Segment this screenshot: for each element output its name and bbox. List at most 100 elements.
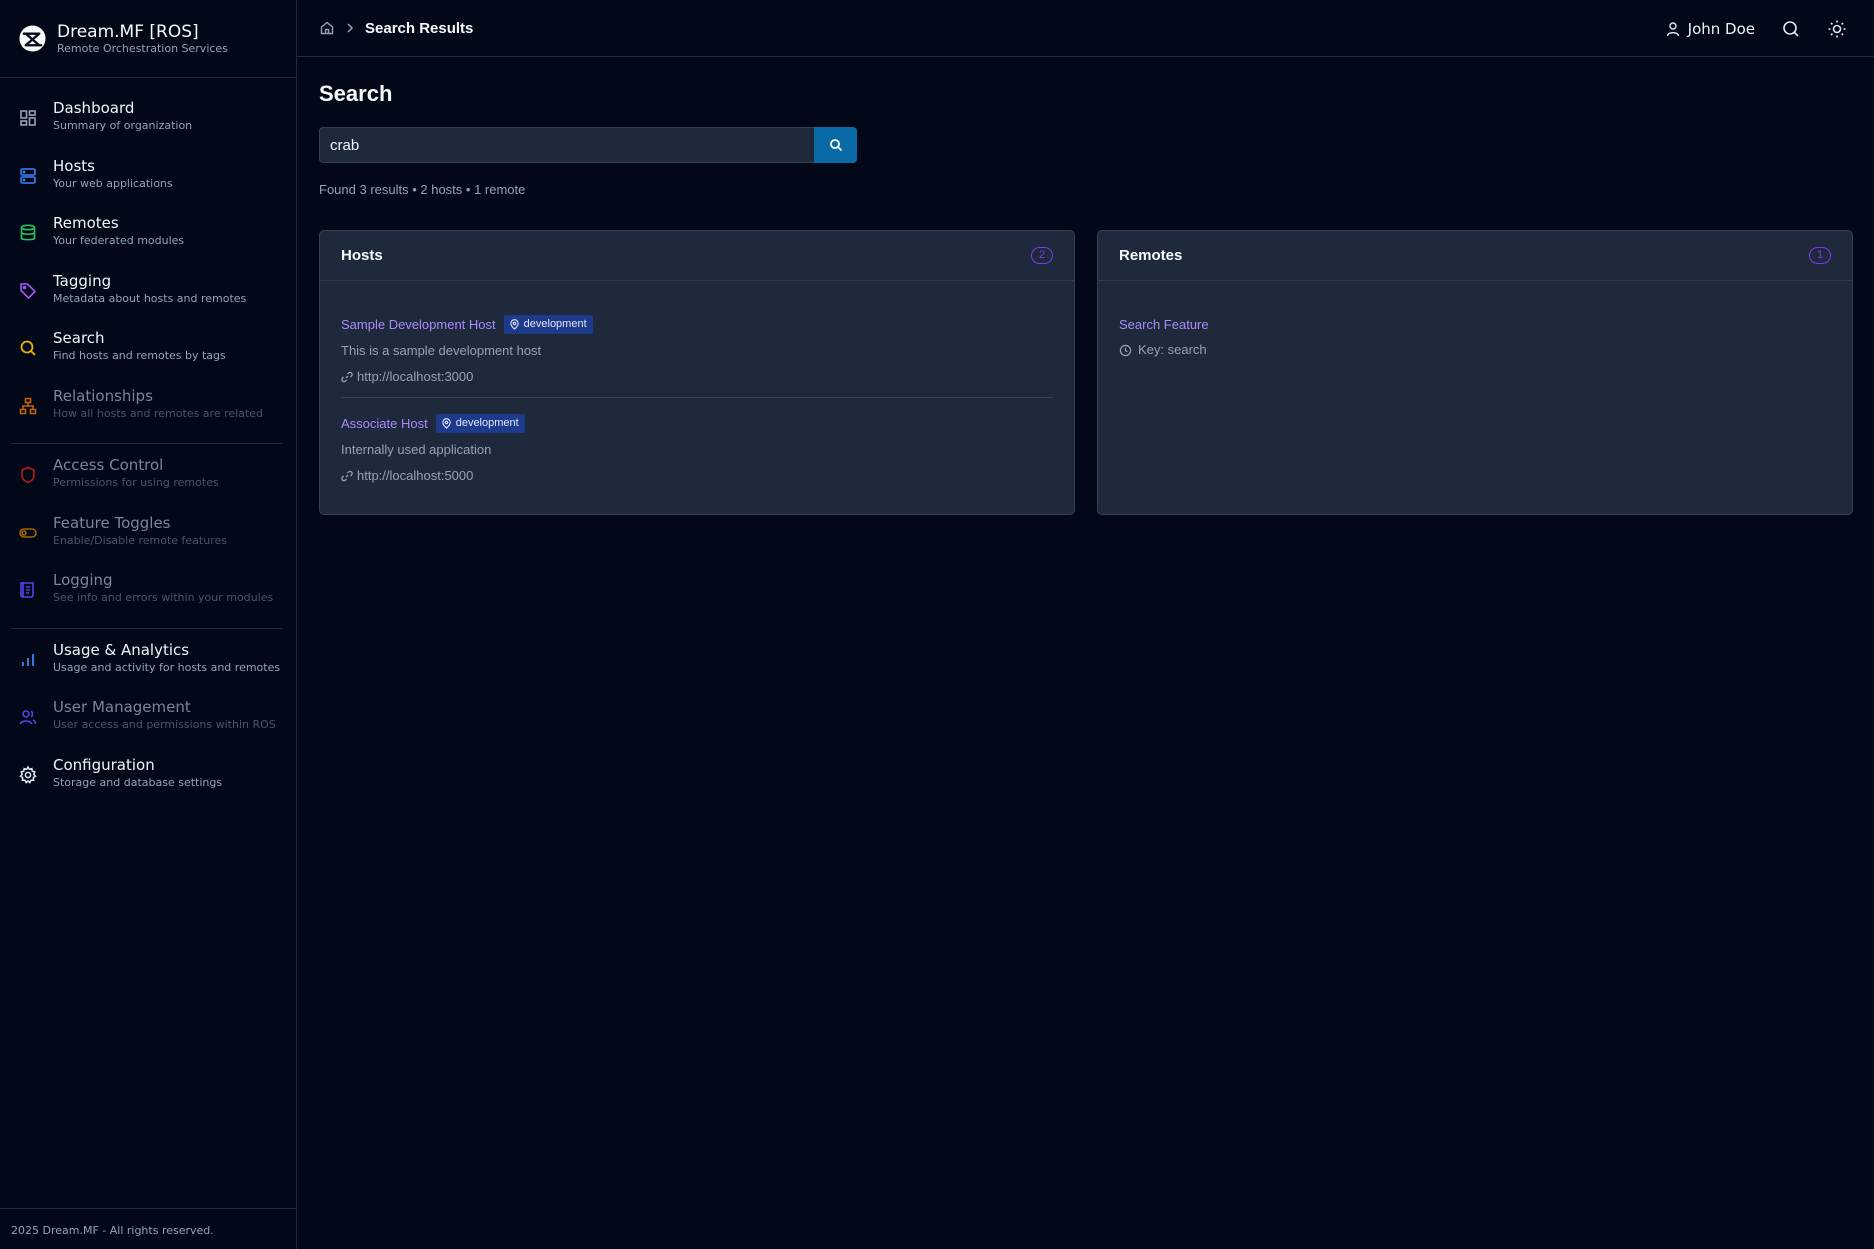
map-pin-icon	[509, 318, 519, 330]
brand[interactable]: Dream.MF [ROS] Remote Orchestration Serv…	[0, 0, 296, 78]
hosts-card: Hosts 2 Sample Development Host developm…	[319, 230, 1075, 515]
remote-key-text: Key: search	[1138, 342, 1207, 357]
results-cards: Hosts 2 Sample Development Host developm…	[319, 230, 1874, 515]
dashboard-icon	[20, 110, 36, 126]
host-url[interactable]: http://localhost:5000	[341, 466, 1053, 486]
tag-badge[interactable]: development	[435, 413, 525, 433]
shield-icon	[21, 466, 35, 484]
sidebar-item-label: Relationships	[53, 386, 153, 405]
count-badge: 1	[1809, 247, 1831, 264]
sidebar-item-label: Feature Toggles	[53, 513, 171, 532]
search-icon	[20, 340, 36, 356]
list-item: Associate Host development Internally us…	[341, 397, 1053, 496]
card-body: Search Feature Key: search	[1098, 281, 1852, 370]
sidebar-divider	[10, 443, 282, 444]
card-body: Sample Development Host development This…	[320, 281, 1074, 496]
home-icon[interactable]	[319, 20, 335, 36]
sidebar-item-tagging[interactable]: Tagging Metadata about hosts and remotes	[10, 267, 286, 325]
sidebar-item-configuration[interactable]: Configuration Storage and database settin…	[10, 751, 286, 809]
user-menu[interactable]: John Doe	[1665, 20, 1755, 38]
sidebar-item-description: Find hosts and remotes by tags	[53, 349, 226, 362]
tag-badge[interactable]: development	[503, 314, 593, 334]
host-url-text: http://localhost:5000	[357, 468, 474, 483]
host-link[interactable]: Sample Development Host	[341, 317, 496, 332]
sidebar-item-label: Logging	[53, 571, 113, 589]
network-icon	[19, 397, 37, 414]
chevron-right-icon	[347, 23, 354, 33]
link-icon	[341, 371, 353, 383]
topbar: Search Results John Doe	[297, 0, 1874, 57]
sidebar-item-label: Dashboard	[53, 99, 135, 117]
brand-subtitle: Remote Orchestration Services	[57, 41, 228, 55]
sidebar-item-description: Summary of organization	[53, 119, 193, 132]
sun-icon[interactable]	[1827, 19, 1847, 39]
count-badge: 2	[1031, 247, 1053, 264]
search-bar	[319, 127, 1874, 163]
topbar-actions: John Doe	[1665, 0, 1874, 57]
map-pin-icon	[441, 417, 451, 429]
bar-chart-icon	[22, 653, 34, 666]
sidebar-item-label: Search	[53, 329, 105, 347]
card-title: Hosts	[341, 247, 383, 264]
sidebar-item-hosts[interactable]: Hosts Your web applications	[10, 152, 286, 210]
sidebar-item-description: User access and permissions within ROS	[53, 718, 276, 731]
sidebar-item-description: Storage and database settings	[53, 775, 223, 789]
search-button[interactable]	[814, 127, 857, 163]
sidebar-item-description: Your web applications	[53, 176, 173, 190]
sidebar-item-label: Remotes	[53, 214, 119, 232]
tag-icon	[20, 282, 37, 299]
card-header: Remotes 1	[1098, 231, 1852, 281]
gear-icon	[19, 764, 37, 784]
toggle-icon	[19, 527, 37, 538]
sidebar-nav: Dashboard Summary of organization Hosts Yo…	[0, 78, 296, 808]
sidebar-item-logging[interactable]: Logging See info and errors within your m…	[10, 566, 286, 624]
main-content: Search Found 3 results • 2 hosts • 1 rem…	[319, 57, 1874, 515]
sidebar-item-label: Usage & Analytics	[53, 640, 190, 659]
clock-icon	[1119, 344, 1132, 356]
search-icon	[829, 139, 842, 152]
sidebar-item-search[interactable]: Search Find hosts and remotes by tags	[10, 324, 286, 382]
brand-title: Dream.MF [ROS]	[57, 21, 199, 42]
list-item: Sample Development Host development This…	[341, 314, 1053, 397]
sidebar-item-remotes[interactable]: Remotes Your federated modules	[10, 209, 286, 267]
scroll-icon	[20, 582, 34, 598]
sidebar-item-label: Hosts	[53, 156, 95, 175]
sidebar-item-description: Enable/Disable remote features	[53, 533, 227, 547]
database-icon	[20, 224, 36, 241]
remotes-card: Remotes 1 Search Feature Key: search	[1097, 230, 1853, 515]
sidebar-item-usage-analytics[interactable]: Usage & Analytics Usage and activity for …	[10, 636, 286, 694]
search-icon[interactable]	[1781, 19, 1801, 39]
user-icon	[1666, 21, 1679, 36]
host-url[interactable]: http://localhost:3000	[341, 367, 1053, 387]
remote-key: Key: search	[1119, 340, 1831, 360]
sidebar-item-access-control[interactable]: Access Control Permissions for using remo…	[10, 451, 286, 509]
sidebar-item-user-management[interactable]: User Management User access and permissio…	[10, 693, 286, 751]
users-icon	[19, 710, 37, 725]
host-url-text: http://localhost:3000	[357, 369, 474, 384]
dreammf-logo-icon	[19, 25, 46, 52]
list-item: Search Feature Key: search	[1119, 314, 1831, 370]
tag-label: development	[523, 318, 587, 330]
sidebar-item-description: Permissions for using remotes	[53, 476, 219, 489]
search-input[interactable]	[319, 127, 814, 163]
breadcrumb: Search Results	[319, 20, 473, 37]
host-link[interactable]: Associate Host	[341, 416, 428, 431]
sidebar-item-relationships[interactable]: Relationships How all hosts and remotes a…	[10, 382, 286, 440]
link-icon	[341, 470, 353, 482]
result-summary: Found 3 results • 2 hosts • 1 remote	[319, 182, 526, 197]
sidebar-item-feature-toggles[interactable]: Feature Toggles Enable/Disable remote fea…	[10, 509, 286, 567]
sidebar-item-dashboard[interactable]: Dashboard Summary of organization	[10, 94, 286, 152]
card-title: Remotes	[1119, 247, 1183, 264]
page-title: Search	[319, 81, 393, 106]
sidebar-item-description: See info and errors within your modules	[53, 591, 274, 604]
host-description: This is a sample development host	[341, 343, 542, 358]
card-header: Hosts 2	[320, 231, 1074, 281]
sidebar-item-description: Metadata about hosts and remotes	[53, 291, 247, 305]
tag-label: development	[455, 417, 519, 429]
remote-link[interactable]: Search Feature	[1119, 317, 1209, 332]
sidebar-item-label: Tagging	[53, 271, 112, 290]
sidebar-item-label: User Management	[53, 698, 191, 716]
user-name: John Doe	[1687, 19, 1755, 38]
sidebar-item-label: Configuration	[53, 755, 155, 774]
sidebar-item-description: Your federated modules	[53, 234, 185, 247]
